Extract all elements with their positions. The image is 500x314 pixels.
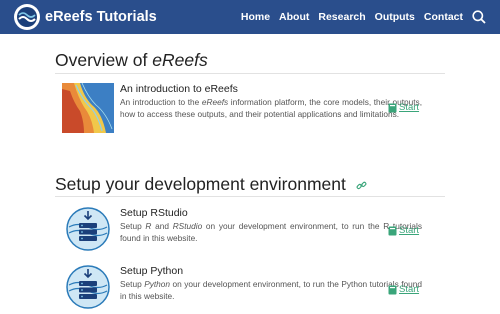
start-button[interactable]: Start: [388, 225, 419, 236]
ereefs-logo: [14, 4, 40, 30]
start-label[interactable]: Start: [399, 225, 419, 236]
item-description: An introduction to the eReefs informatio…: [120, 97, 422, 119]
tutorial-item-rstudio: Setup RStudio Setup R and RStudio on you…: [62, 207, 462, 253]
nav-about[interactable]: About: [279, 11, 309, 23]
tutorial-item-python: Setup Python Setup Python on your develo…: [62, 265, 462, 311]
link-icon[interactable]: [356, 180, 367, 191]
top-navbar: eReefs Tutorials Home About Research Out…: [0, 0, 500, 34]
section-title-setup: Setup your development environment: [55, 174, 367, 195]
nav-research[interactable]: Research: [318, 11, 365, 23]
item-description: Setup R and RStudio on your development …: [120, 221, 422, 243]
book-icon: [388, 285, 397, 294]
book-icon: [388, 226, 397, 235]
start-label[interactable]: Start: [399, 284, 419, 295]
book-icon: [388, 103, 397, 112]
server-icon: [66, 265, 110, 314]
item-description: Setup Python on your development environ…: [120, 279, 422, 301]
start-button[interactable]: Start: [388, 284, 419, 295]
start-label[interactable]: Start: [399, 102, 419, 113]
section-divider: [55, 73, 445, 74]
search-icon[interactable]: [472, 10, 486, 24]
nav-links: Home About Research Outputs Contact: [232, 0, 486, 34]
item-title[interactable]: Setup RStudio: [120, 207, 188, 219]
tutorial-item-intro: An introduction to eReefs An introductio…: [62, 82, 462, 138]
map-thumbnail: [62, 82, 114, 138]
brand-title: eReefs Tutorials: [45, 9, 157, 25]
nav-contact[interactable]: Contact: [424, 11, 463, 23]
item-title[interactable]: An introduction to eReefs: [120, 83, 238, 95]
server-icon: [66, 207, 110, 256]
item-title[interactable]: Setup Python: [120, 265, 183, 277]
section-title-em: eReefs: [152, 50, 208, 70]
start-button[interactable]: Start: [388, 102, 419, 113]
section-title-overview: Overview of eReefs: [55, 50, 208, 71]
section-title-text: Setup your development environment: [55, 174, 346, 194]
section-title-text: Overview of: [55, 50, 153, 70]
nav-outputs[interactable]: Outputs: [375, 11, 415, 23]
nav-home[interactable]: Home: [241, 11, 270, 23]
section-divider: [55, 196, 445, 197]
brand[interactable]: eReefs Tutorials: [14, 4, 157, 30]
